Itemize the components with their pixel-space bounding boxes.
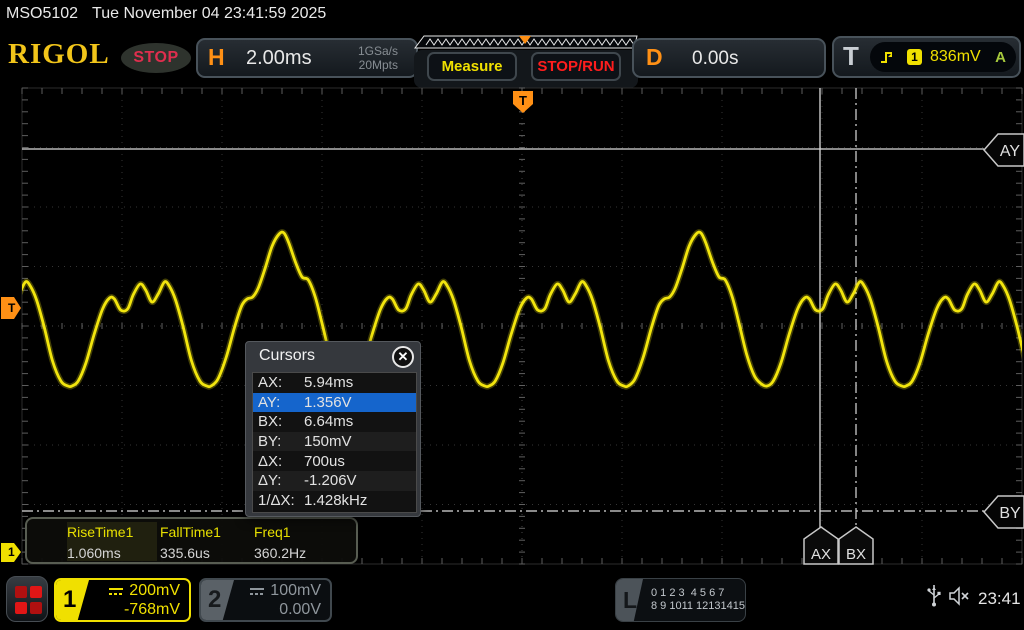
cursor-row-label: ΔX: [258,453,302,470]
measurement-value: 360.2Hz [254,545,344,561]
cursor-row-ax[interactable]: AX:5.94ms [253,373,416,393]
channel1-ground-marker-label: 1 [8,545,15,559]
waveform-glow [0,232,1024,387]
measurement-label: RiseTime1 [67,524,157,540]
cursor-row-ay[interactable]: AY:1.356V [253,393,416,413]
cursor-row-bx[interactable]: BX:6.64ms [253,412,416,432]
cursor-row-value: 1.428kHz [304,492,367,509]
cursor-by-tag-label: BY [999,505,1021,522]
cursor-row-by[interactable]: BY:150mV [253,432,416,452]
cursor-ay-tag-label: AY [1000,143,1020,160]
cursor-row-y[interactable]: ΔY:-1.206V [253,471,416,491]
cursor-row-label: 1/ΔX: [258,492,302,509]
cursor-row-x[interactable]: ΔX:700us [253,451,416,471]
measurement-label: Freq1 [254,524,344,540]
cursor-row-label: BX: [258,413,302,430]
close-icon[interactable]: ✕ [392,346,414,368]
measurement-panel[interactable]: RiseTime1 1.060ms FallTime1 335.6us Freq… [25,517,358,564]
cursor-row-label: ΔY: [258,472,302,489]
measurement-label: FallTime1 [160,524,250,540]
cursor-row-value: 6.64ms [304,413,353,430]
measurement-value: 1.060ms [67,545,157,561]
trigger-position-marker-letter: T [519,93,527,108]
cursor-row-value: 5.94ms [304,374,353,391]
cursor-row-label: AX: [258,374,302,391]
oscilloscope-screen: MSO5102Tue November 04 23:41:59 2025 RIG… [0,0,1024,630]
cursor-bx-tag-label: BX [846,546,866,563]
cursor-ax-tag-label: AX [811,546,831,563]
cursor-value-list: AX:5.94msAY:1.356VBX:6.64msBY:150mVΔX:70… [252,372,417,513]
cursor-row-value: -1.206V [304,472,357,489]
measurement-falltime: FallTime1 335.6us [160,522,250,561]
measurement-freq: Freq1 360.2Hz [254,522,344,561]
dialog-title: Cursors [259,347,315,365]
cursor-row-1x[interactable]: 1/ΔX:1.428kHz [253,491,416,511]
cursors-dialog[interactable]: Cursors ✕ AX:5.94msAY:1.356VBX:6.64msBY:… [245,341,421,517]
cursor-row-value: 1.356V [304,394,352,411]
cursor-row-label: AY: [258,394,302,411]
measurement-value: 335.6us [160,545,250,561]
measurement-risetime: RiseTime1 1.060ms [67,522,157,561]
trigger-level-marker-letter: T [8,301,16,315]
cursor-row-value: 150mV [304,433,352,450]
cursor-row-value: 700us [304,453,345,470]
cursor-row-label: BY: [258,433,302,450]
